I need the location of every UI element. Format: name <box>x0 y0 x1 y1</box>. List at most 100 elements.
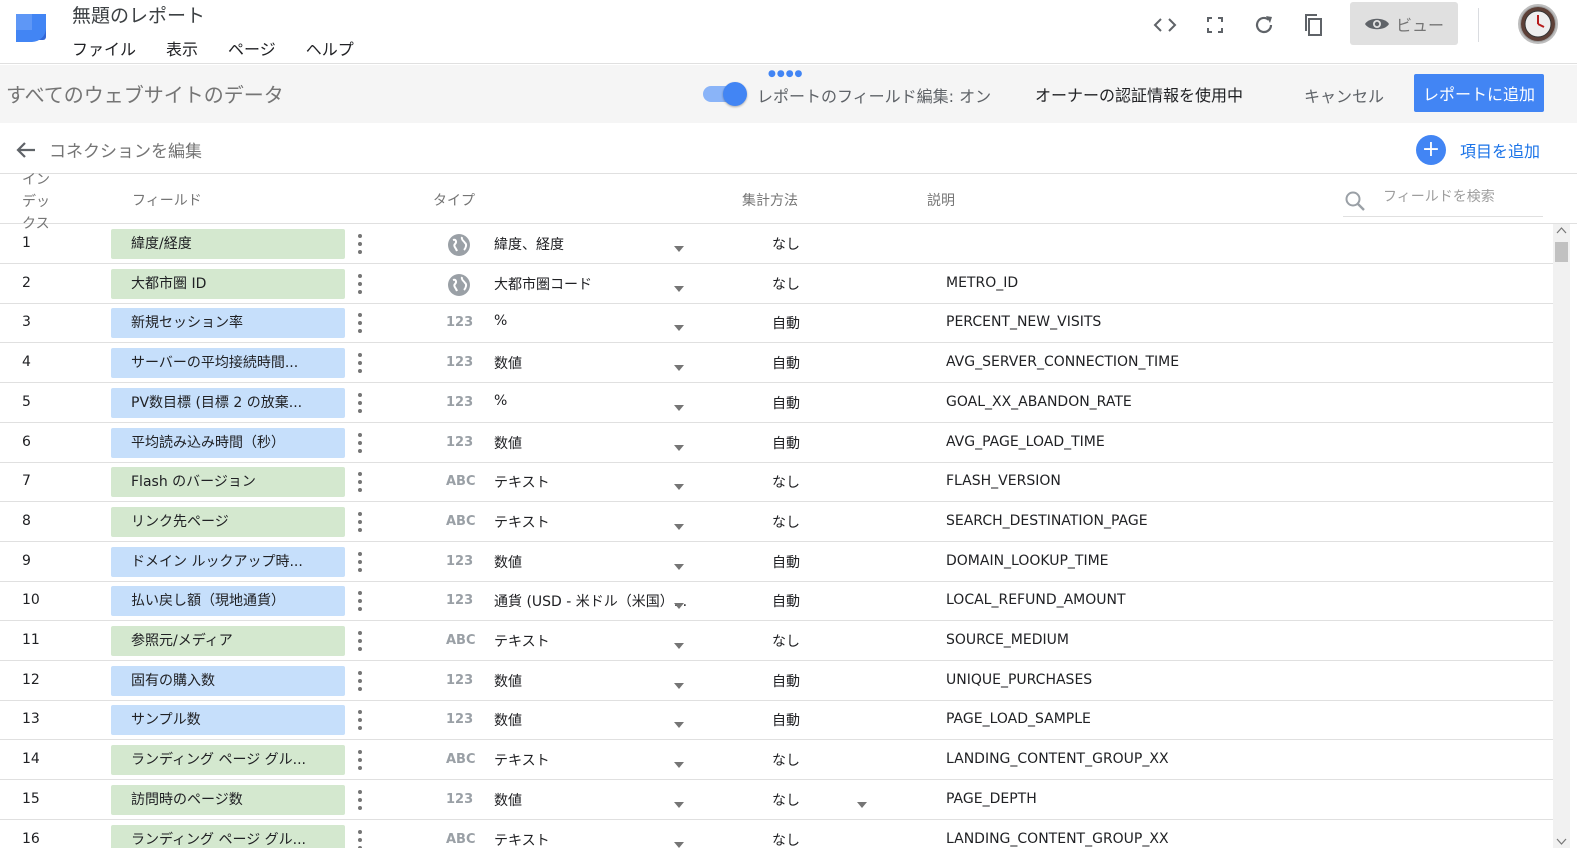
more-options-icon[interactable] <box>352 390 368 416</box>
field-name-chip[interactable]: 払い戻し額（現地通貨） <box>111 586 345 617</box>
field-name-chip[interactable]: リンク先ページ <box>111 506 345 537</box>
aggregation-select[interactable]: 自動 <box>772 353 800 373</box>
table-row[interactable]: 10 払い戻し額（現地通貨） 123 通貨 (USD - 米ドル（米国）... 自動 LO… <box>0 581 1553 622</box>
type-dropdown-icon[interactable] <box>672 795 686 808</box>
aggregation-select[interactable]: なし <box>772 830 800 850</box>
field-description[interactable]: PERCENT_NEW_VISITS <box>946 314 1101 330</box>
more-options-icon[interactable] <box>352 668 368 694</box>
field-search-input[interactable] <box>1383 189 1538 205</box>
datasource-title[interactable]: すべてのウェブサイトのデータ <box>6 79 284 108</box>
field-name-chip[interactable]: 参照元/メディア <box>111 626 345 656</box>
field-type-select[interactable]: テキスト <box>494 750 550 770</box>
menu-view[interactable]: 表示 <box>166 36 198 60</box>
aggregation-select[interactable]: なし <box>772 234 800 254</box>
column-header-aggregation[interactable]: 集計方法 <box>742 190 798 210</box>
field-name-chip[interactable]: 固有の購入数 <box>111 665 345 696</box>
table-row[interactable]: 14 ランディング ページ グル... ABC テキスト なし LANDING_CONTE… <box>0 740 1553 781</box>
more-options-icon[interactable] <box>352 787 368 813</box>
aggregation-dropdown-icon[interactable] <box>855 795 869 808</box>
field-type-select[interactable]: 数値 <box>494 433 522 453</box>
type-dropdown-icon[interactable] <box>672 557 686 570</box>
more-options-icon[interactable] <box>352 747 368 773</box>
type-dropdown-icon[interactable] <box>672 636 686 649</box>
field-name-chip[interactable]: 大都市圏 ID <box>111 268 345 299</box>
more-options-icon[interactable] <box>352 588 368 614</box>
more-options-icon[interactable] <box>352 707 368 733</box>
more-options-icon[interactable] <box>352 430 368 456</box>
credentials-link[interactable]: オーナーの認証情報を使用中 <box>1035 82 1243 106</box>
field-name-chip[interactable]: 平均読み込み時間（秒） <box>111 427 345 458</box>
more-options-icon[interactable] <box>352 469 368 495</box>
more-options-icon[interactable] <box>352 350 368 376</box>
field-type-select[interactable]: 数値 <box>494 552 522 572</box>
vertical-scrollbar[interactable] <box>1553 224 1570 848</box>
column-header-type[interactable]: タイプ <box>433 190 475 210</box>
panel-resize-handle[interactable]: ●●●● <box>768 69 803 79</box>
table-row[interactable]: 11 参照元/メディア ABC テキスト なし SOURCE_MEDIUM <box>0 621 1553 661</box>
table-row[interactable]: 7 Flash のバージョン ABC テキスト なし FLASH_VERSION <box>0 462 1553 503</box>
scroll-up-icon[interactable] <box>1556 226 1567 236</box>
field-type-select[interactable]: テキスト <box>494 472 550 492</box>
field-type-select[interactable]: 大都市圏コード <box>494 274 592 294</box>
field-name-chip[interactable]: ドメイン ルックアップ時... <box>111 546 345 577</box>
type-dropdown-icon[interactable] <box>672 835 686 848</box>
add-field-icon[interactable]: + <box>1416 135 1446 165</box>
aggregation-select[interactable]: なし <box>772 472 800 492</box>
type-dropdown-icon[interactable] <box>672 755 686 769</box>
type-dropdown-icon[interactable] <box>672 279 686 292</box>
field-type-select[interactable]: テキスト <box>494 830 550 850</box>
aggregation-select[interactable]: 自動 <box>772 710 800 730</box>
table-row[interactable]: 3 新規セッション率 123% 自動 PERCENT_NEW_VISITS <box>0 303 1553 344</box>
table-row[interactable]: 12 固有の購入数 123 数値 自動 UNIQUE_PURCHASES <box>0 661 1553 701</box>
table-row[interactable]: 5 PV数目標 (目標 2 の放棄... 123% 自動 GOAL_XX_ABANDON… <box>0 383 1553 423</box>
edit-connection-link[interactable]: コネクションを編集 <box>49 137 202 162</box>
field-description[interactable]: PAGE_LOAD_SAMPLE <box>946 711 1091 727</box>
more-options-icon[interactable] <box>352 549 368 575</box>
view-button[interactable]: ビュー <box>1350 2 1458 45</box>
avatar[interactable] <box>1518 4 1558 44</box>
field-type-select[interactable]: 通貨 (USD - 米ドル（米国）... <box>494 591 687 611</box>
type-dropdown-icon[interactable] <box>672 715 686 729</box>
scroll-down-icon[interactable] <box>1556 836 1567 846</box>
aggregation-select[interactable]: 自動 <box>772 313 800 333</box>
field-name-chip[interactable]: 新規セッション率 <box>111 308 345 339</box>
more-options-icon[interactable] <box>352 509 368 535</box>
field-type-select[interactable]: 数値 <box>494 353 522 373</box>
table-row[interactable]: 1 緯度/経度 緯度、経度 なし <box>0 224 1553 264</box>
aggregation-select[interactable]: なし <box>772 512 800 532</box>
field-name-chip[interactable]: サーバーの平均接続時間... <box>111 348 345 379</box>
field-description[interactable]: GOAL_XX_ABANDON_RATE <box>946 394 1132 410</box>
field-type-select[interactable]: 数値 <box>494 790 522 810</box>
aggregation-select[interactable]: 自動 <box>772 393 800 413</box>
field-description[interactable]: SEARCH_DESTINATION_PAGE <box>946 513 1148 529</box>
field-name-chip[interactable]: 訪問時のページ数 <box>111 784 345 815</box>
type-dropdown-icon[interactable] <box>672 358 686 372</box>
aggregation-select[interactable]: なし <box>772 790 800 810</box>
type-dropdown-icon[interactable] <box>672 596 686 610</box>
more-options-icon[interactable] <box>352 310 368 336</box>
aggregation-select[interactable]: なし <box>772 631 800 651</box>
aggregation-select[interactable]: なし <box>772 274 800 294</box>
more-options-icon[interactable] <box>352 271 368 297</box>
table-row[interactable]: 4 サーバーの平均接続時間... 123 数値 自動 AVG_SERVER_CONNECT… <box>0 343 1553 384</box>
field-name-chip[interactable]: Flash のバージョン <box>111 467 345 498</box>
back-arrow-icon[interactable] <box>14 138 38 162</box>
field-description[interactable]: LANDING_CONTENT_GROUP_XX <box>946 831 1169 847</box>
field-description[interactable]: LOCAL_REFUND_AMOUNT <box>946 592 1126 608</box>
aggregation-select[interactable]: 自動 <box>772 552 800 572</box>
aggregation-select[interactable]: 自動 <box>772 433 800 453</box>
field-name-chip[interactable]: PV数目標 (目標 2 の放棄... <box>111 387 345 418</box>
field-description[interactable]: METRO_ID <box>946 275 1018 291</box>
field-name-chip[interactable]: ランディング ページ グル... <box>111 745 345 776</box>
field-type-select[interactable]: % <box>494 393 507 409</box>
table-row[interactable]: 13 サンプル数 123 数値 自動 PAGE_LOAD_SAMPLE <box>0 700 1553 741</box>
add-to-report-button[interactable]: レポートに追加 <box>1414 74 1544 112</box>
aggregation-select[interactable]: 自動 <box>772 591 800 611</box>
menu-file[interactable]: ファイル <box>72 36 136 60</box>
more-options-icon[interactable] <box>352 231 368 257</box>
menu-page[interactable]: ページ <box>228 36 276 60</box>
field-type-select[interactable]: 数値 <box>494 671 522 691</box>
type-dropdown-icon[interactable] <box>672 676 686 689</box>
field-description[interactable]: SOURCE_MEDIUM <box>946 632 1069 648</box>
scrollbar-thumb[interactable] <box>1555 242 1568 262</box>
